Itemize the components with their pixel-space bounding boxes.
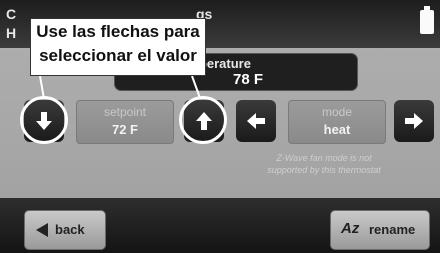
thermostat-screen: C H gs nperature 78 F setpoint 72 F mode bbox=[0, 0, 440, 253]
callout-line-1: Use las flechas para bbox=[36, 22, 200, 41]
instruction-callout: Use las flechas para seleccionar el valo… bbox=[30, 18, 206, 76]
callout-line-2: seleccionar el valor bbox=[39, 46, 197, 65]
